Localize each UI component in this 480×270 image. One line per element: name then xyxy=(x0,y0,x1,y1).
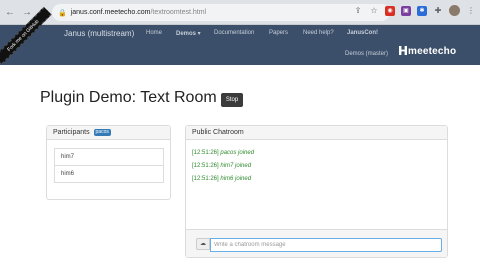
message-time: [12:51:26] xyxy=(192,176,219,182)
nav-documentation[interactable]: Documentation xyxy=(214,30,254,36)
chat-message-input[interactable] xyxy=(210,238,442,252)
lock-icon: 🔒 xyxy=(58,9,67,17)
chatroom-header: Public Chatroom xyxy=(186,126,447,140)
message-text: him6 joined xyxy=(220,176,252,182)
browser-actions: ⇪ ☆ ◉ ▣ ✱ ✚ ⋮ xyxy=(353,5,476,16)
list-item[interactable]: him6 xyxy=(54,165,164,183)
message-time: [12:51:26] xyxy=(192,150,219,156)
back-icon[interactable]: ← xyxy=(3,5,17,19)
url-host: janus.conf.meetecho.com xyxy=(70,9,151,16)
list-item[interactable]: him7 xyxy=(54,148,164,166)
participants-list: him7 him6 xyxy=(54,148,164,183)
profile-avatar[interactable] xyxy=(449,5,460,16)
chat-message: [12:51:26] him6 joined xyxy=(192,173,254,186)
message-text: pacos joined xyxy=(220,150,255,156)
nav-papers[interactable]: Papers xyxy=(269,30,288,36)
extension-blue-icon[interactable]: ✱ xyxy=(417,5,427,16)
nav-help[interactable]: Need help? xyxy=(303,30,334,36)
chatroom-panel: Public Chatroom [12:51:26] pacos joined … xyxy=(185,125,448,258)
page-title: Plugin Demo: Text Room xyxy=(40,89,217,106)
stop-button[interactable]: Stop xyxy=(221,93,243,107)
chat-messages: [12:51:26] pacos joined [12:51:26] him7 … xyxy=(192,147,254,186)
puzzle-icon[interactable]: ✚ xyxy=(433,6,443,16)
participants-panel: Participants pacos him7 him6 xyxy=(46,125,171,200)
extension-red-icon[interactable]: ◉ xyxy=(385,5,395,16)
logo-text: meetecho xyxy=(408,46,457,57)
chat-message: [12:51:26] him7 joined xyxy=(192,160,254,173)
participants-title: Participants xyxy=(53,129,90,136)
brand-link[interactable]: Janus (multistream) xyxy=(64,29,134,38)
cloud-upload-icon[interactable]: ☁ xyxy=(196,238,210,250)
meetecho-logo[interactable]: meetecho xyxy=(399,46,456,57)
url-path: /textroomtest.html xyxy=(150,9,207,16)
menu-icon[interactable]: ⋮ xyxy=(466,6,476,16)
logo-mark-icon xyxy=(399,46,407,55)
participants-header: Participants pacos xyxy=(47,126,170,140)
message-time: [12:51:26] xyxy=(192,163,219,169)
demos-master-link[interactable]: Demos (master) xyxy=(345,51,388,57)
site-navbar: Janus (multistream) Home Demos ▾ Documen… xyxy=(0,25,480,65)
nav-home[interactable]: Home xyxy=(146,30,162,36)
browser-toolbar: ← → ⟳ 🔒 janus.conf.meetecho.com /textroo… xyxy=(0,0,480,25)
chat-message: [12:51:26] pacos joined xyxy=(192,147,254,160)
username-badge: pacos xyxy=(93,129,111,136)
extension-purple-icon[interactable]: ▣ xyxy=(401,5,411,16)
chat-input-bar: ☁ xyxy=(186,229,447,257)
nav-janusconf[interactable]: JanusCon! xyxy=(347,30,378,36)
star-icon[interactable]: ☆ xyxy=(369,6,379,16)
nav-demos-dropdown[interactable]: Demos ▾ xyxy=(176,30,201,37)
share-icon[interactable]: ⇪ xyxy=(353,6,363,16)
message-text: him7 joined xyxy=(220,163,252,169)
address-bar[interactable]: 🔒 janus.conf.meetecho.com /textroomtest.… xyxy=(52,4,390,21)
